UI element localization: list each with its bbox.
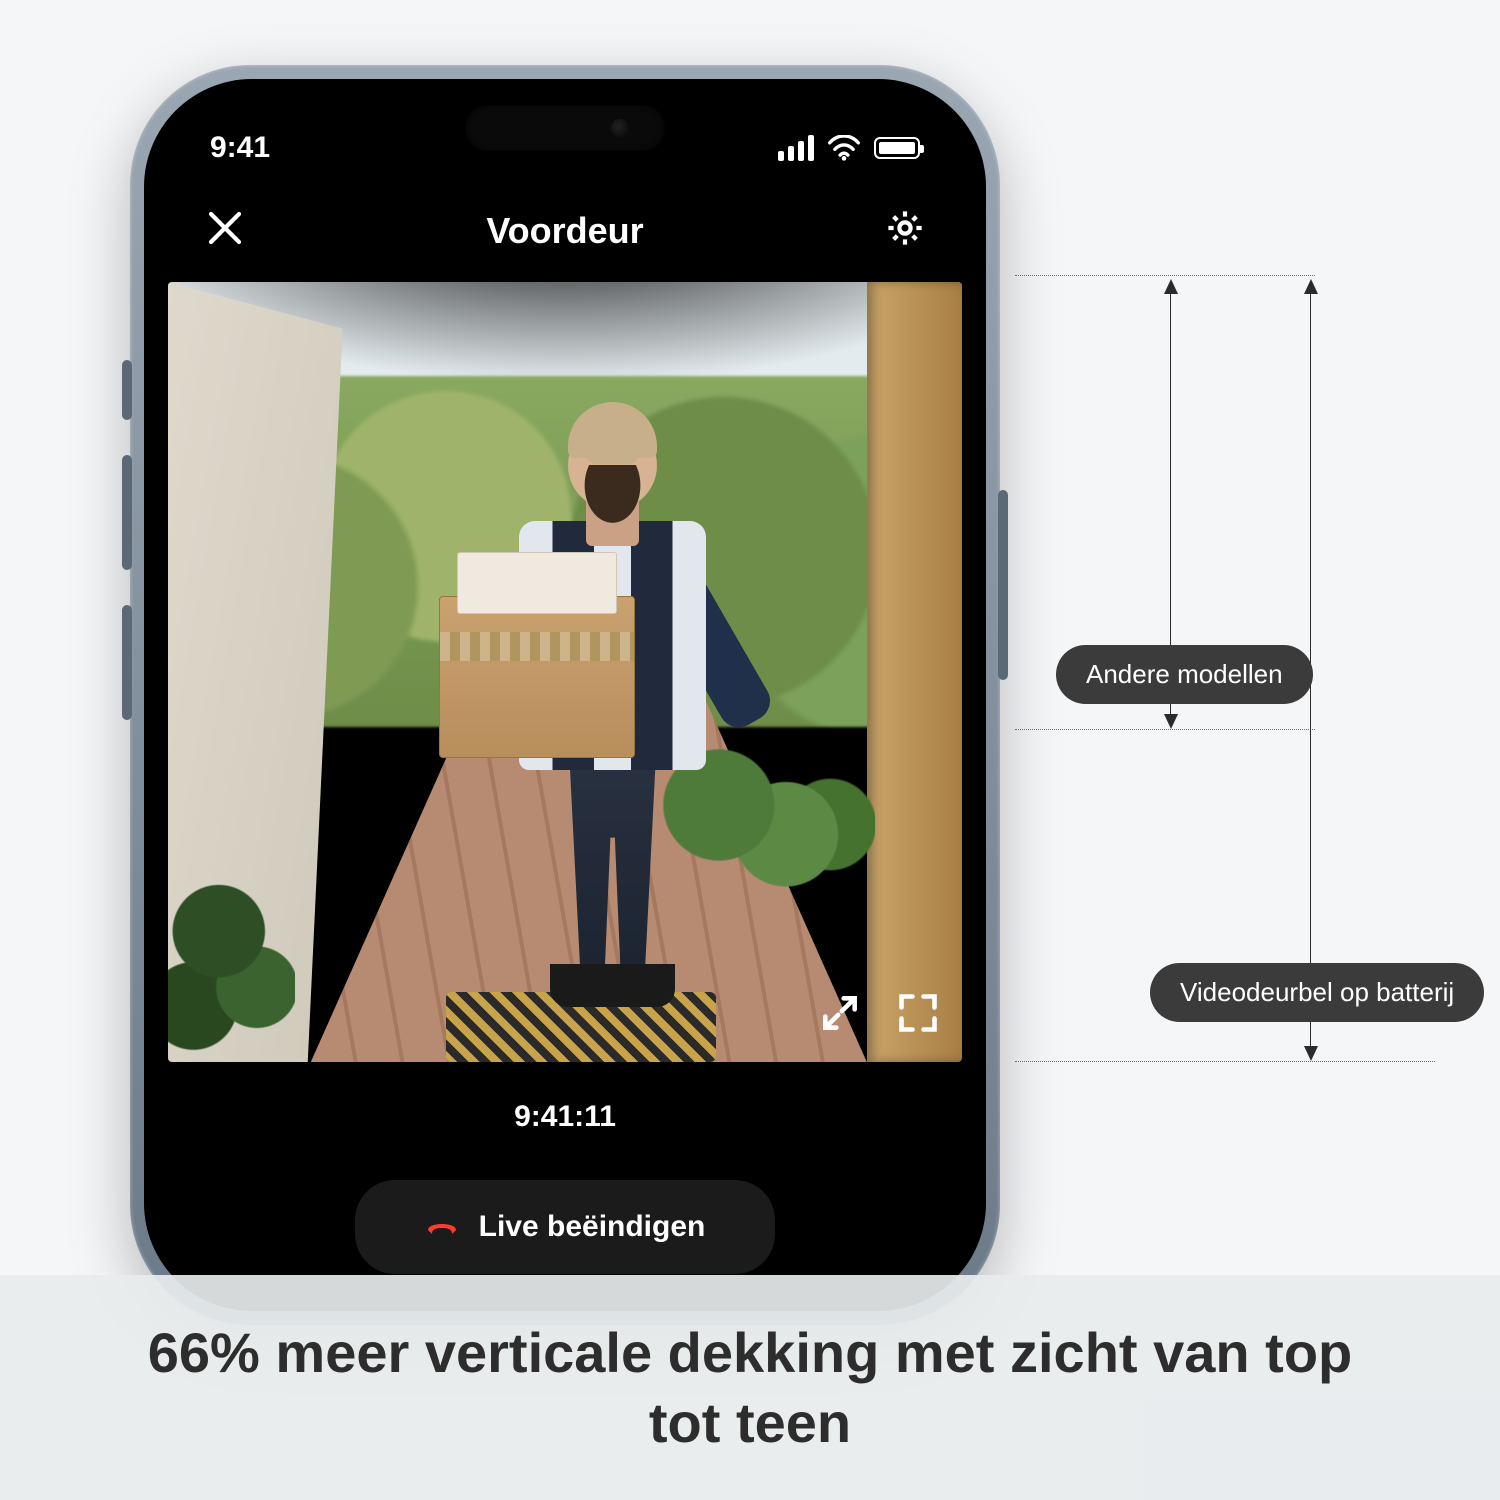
fullscreen-button[interactable] [896,991,940,1040]
fullscreen-icon [896,991,940,1035]
chip-other-models: Andere modellen [1056,645,1313,704]
screen-title: Voordeur [486,210,643,252]
guide-line-top [1015,275,1315,276]
status-icons [778,135,920,161]
marketing-headline: 66% meer verticale dekking met zicht van… [0,1275,1500,1500]
expand-arrows-button[interactable] [818,991,862,1040]
status-time: 9:41 [210,131,270,165]
cellular-icon [778,135,814,161]
gear-icon [884,207,926,249]
wifi-icon [828,135,860,161]
phone-volume-down [122,605,132,720]
end-live-label: Live beëindigen [479,1210,706,1244]
phone-volume-up [122,455,132,570]
close-icon [204,207,246,249]
expand-arrows-icon [818,991,862,1035]
phone-screen: 9:41 Voordeur [144,79,986,1311]
phone-power-button [998,490,1008,680]
chip-product: Videodeurbel op batterij [1150,963,1484,1022]
guide-line-mid [1015,729,1315,730]
feed-overlay-controls [818,991,940,1040]
end-live-button[interactable]: Live beëindigen [355,1180,775,1274]
close-button[interactable] [204,207,246,254]
phone-mockup: 9:41 Voordeur [130,65,1000,1325]
hangup-icon [425,1217,459,1237]
guide-line-bottom [1015,1061,1435,1062]
settings-button[interactable] [884,207,926,254]
feed-illustration [168,282,962,1062]
camera-live-feed[interactable] [168,282,962,1062]
comparison-overlay: Andere modellen Videodeurbel op batterij [1010,275,1480,1075]
feed-timestamp: 9:41:11 [164,1100,966,1134]
phone-side-button [122,360,132,420]
app-navbar: Voordeur [164,177,966,282]
battery-icon [874,137,920,159]
dynamic-island [465,105,665,151]
